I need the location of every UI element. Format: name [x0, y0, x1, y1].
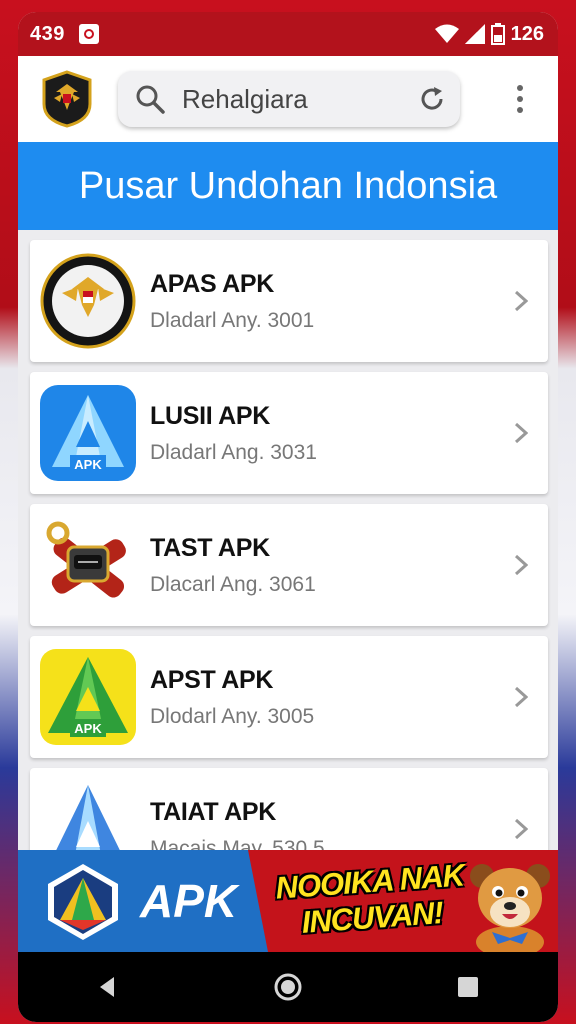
- search-icon[interactable]: [134, 83, 166, 115]
- chevron-right-icon: [514, 686, 528, 708]
- list-item[interactable]: APAS APK Dladarl Any. 3001: [30, 240, 548, 362]
- battery-level: 126: [510, 22, 544, 45]
- phone-screen: 439 126 Rehalgiara Pusar Undohan Indonsi…: [18, 12, 558, 1022]
- back-icon[interactable]: [88, 967, 128, 1007]
- usb-tool-icon: [46, 521, 126, 598]
- dog-mascot: [470, 864, 550, 952]
- more-vert-icon[interactable]: [516, 85, 524, 113]
- search-bar[interactable]: [118, 71, 460, 127]
- app-meta: Dlacarl Ang. 3061: [150, 572, 316, 596]
- garuda-emblem-logo[interactable]: [40, 70, 94, 128]
- list-item[interactable]: APK LUSII APK Dladarl Ang. 3031: [30, 372, 548, 494]
- list-item[interactable]: APK APST APK Dlodarl Any. 3005: [30, 636, 548, 758]
- app-name: TAIAT APK: [150, 797, 276, 826]
- app-meta: Dlodarl Any. 3005: [150, 704, 315, 728]
- notification-icon: [78, 24, 99, 44]
- green-a-apk-icon: APK: [40, 649, 136, 745]
- recents-icon[interactable]: [448, 967, 488, 1007]
- chevron-right-icon: [514, 422, 528, 444]
- app-name: APAS APK: [150, 269, 275, 298]
- page-title: Pusar Undohan Indonsia: [18, 142, 558, 230]
- search-input[interactable]: [180, 82, 414, 116]
- list-item[interactable]: TAST APK Dlacarl Ang. 3061: [30, 504, 548, 626]
- home-icon[interactable]: [268, 967, 308, 1007]
- app-bar: [18, 56, 558, 142]
- app-name: LUSII APK: [150, 401, 270, 430]
- refresh-icon[interactable]: [418, 85, 446, 113]
- banner-slogan: NOOIKA NAK INCUVAN!: [274, 857, 469, 942]
- garuda-badge-icon: [40, 253, 136, 349]
- chevron-right-icon: [514, 554, 528, 576]
- app-name: TAST APK: [150, 533, 270, 562]
- svg-text:APK: APK: [74, 457, 102, 472]
- promo-banner[interactable]: APK NOOIKA NAK INCUVAN!: [18, 850, 558, 952]
- system-nav-bar: [18, 952, 558, 1022]
- banner-apk-label: APK: [140, 875, 238, 927]
- blue-a-apk-icon: APK: [40, 385, 136, 481]
- battery-icon: [490, 23, 505, 45]
- chevron-right-icon: [514, 290, 528, 312]
- wifi-icon: [434, 24, 459, 43]
- svg-text:APK: APK: [74, 721, 102, 736]
- chevron-right-icon: [514, 818, 528, 840]
- signal-icon: [464, 24, 485, 44]
- app-meta: Dladarl Any. 3001: [150, 308, 315, 332]
- app-meta: Dladarl Ang. 3031: [150, 440, 317, 464]
- apk-logo-icon: [48, 864, 118, 940]
- app-name: APST APK: [150, 665, 274, 694]
- status-time: 439: [30, 22, 65, 45]
- status-bar: 439 126: [18, 12, 558, 56]
